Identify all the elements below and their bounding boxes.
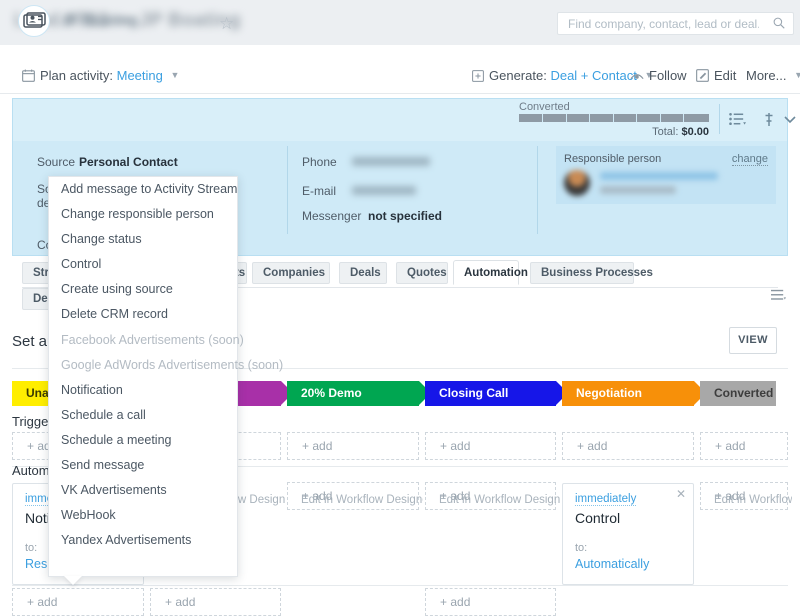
chevron-down-icon[interactable]: ▼ — [794, 70, 800, 80]
edit-in-workflow-designer-link[interactable]: Edit in Workflow Designer — [301, 494, 423, 506]
follow-button[interactable]: Follow — [630, 68, 687, 83]
menu-item-vk-advertisements[interactable]: VK Advertisements — [49, 478, 237, 503]
favorite-star-icon[interactable]: ☆ — [219, 15, 234, 32]
follow-label: Follow — [649, 68, 687, 83]
avatar — [564, 170, 590, 196]
generate-control[interactable]: Generate: Deal + Contact ▼ — [472, 68, 653, 83]
header-divider — [719, 104, 720, 134]
contact-card-icon — [23, 12, 46, 28]
rule-timing[interactable]: immediately — [575, 493, 637, 506]
field-value-messenger: not specified — [368, 209, 443, 223]
menu-item-yandex-advertisements[interactable]: Yandex Advertisements — [49, 528, 237, 553]
generate-label: Generate: — [489, 68, 547, 83]
field-value-email — [352, 186, 416, 195]
field-label-messenger: Messenger — [302, 209, 362, 223]
add-trigger-button[interactable]: + add — [425, 432, 556, 460]
pencil-icon — [696, 69, 709, 82]
rule-title: Control — [575, 510, 621, 526]
field-label-phone: Phone — [302, 155, 337, 169]
lead-total: Total: $0.00 — [600, 126, 709, 138]
add-trigger-button[interactable]: + add — [700, 432, 788, 460]
edit-in-workflow-designer-link[interactable]: Edit in Workflow Designer — [439, 494, 560, 506]
close-icon[interactable]: ✕ — [676, 487, 686, 501]
tab-automation[interactable]: Automation — [453, 260, 528, 285]
pin-icon[interactable] — [763, 112, 775, 130]
field-value-source: Personal Contact — [79, 155, 178, 169]
generate-value[interactable]: Deal + Contact — [550, 68, 636, 83]
total-label: Total: — [652, 126, 679, 138]
responsible-person-box: Responsible person change — [556, 146, 776, 204]
add-trigger-button[interactable]: + add — [562, 432, 694, 460]
more-menu-button[interactable]: More... ▼ — [746, 68, 800, 83]
lead-name: JP Boating — [60, 12, 139, 29]
responsible-person-name — [600, 172, 718, 180]
add-automation-rule-button[interactable]: + add — [425, 588, 556, 616]
conversion-progress-bar[interactable] — [519, 114, 709, 122]
menu-item-control[interactable]: Control — [49, 252, 237, 277]
more-label: More... — [746, 68, 787, 83]
plan-activity-label: Plan activity: — [40, 68, 113, 83]
menu-item-schedule-a-call[interactable]: Schedule a call — [49, 403, 237, 428]
rule-to-label: to: — [575, 542, 588, 554]
pipeline-stage-converted[interactable]: Converted — [700, 381, 776, 406]
search-icon — [773, 17, 785, 29]
responsible-person-label: Responsible person — [564, 153, 662, 165]
menu-item-change-responsible-person[interactable]: Change responsible person — [49, 202, 237, 227]
field-column-divider — [287, 146, 288, 234]
menu-item-schedule-a-meeting[interactable]: Schedule a meeting — [49, 428, 237, 453]
edit-in-workflow-designer-link[interactable]: Edit in Workflow Designer — [714, 494, 792, 506]
calendar-icon — [22, 69, 35, 82]
edit-button[interactable]: Edit — [696, 68, 736, 83]
search-input[interactable] — [566, 13, 761, 34]
add-automation-rule-button[interactable]: + add — [12, 588, 144, 616]
field-value-phone — [352, 157, 430, 166]
menu-item-create-using-source[interactable]: Create using source — [49, 277, 237, 302]
automation-rule-card[interactable]: ✕ immediately Control to: Automatically — [562, 483, 694, 585]
tab-options-icon[interactable] — [771, 289, 786, 304]
conversion-stage-label: Converted — [519, 101, 570, 113]
view-button[interactable]: VIEW — [729, 327, 777, 354]
chevron-down-icon[interactable] — [783, 112, 797, 129]
pipeline-stage-closing-call[interactable]: Closing Call — [425, 381, 568, 406]
add-automation-rule-button[interactable]: + add — [150, 588, 281, 616]
add-trigger-button[interactable]: + add — [287, 432, 419, 460]
field-label-source: Source — [37, 155, 76, 169]
tab-deals[interactable]: Deals — [339, 262, 387, 284]
follow-eye-icon — [630, 74, 644, 80]
change-responsible-link[interactable]: change — [731, 153, 768, 166]
plan-activity-value[interactable]: Meeting — [117, 68, 163, 83]
menu-item-webhook[interactable]: WebHook — [49, 503, 237, 528]
rule-to-label: to: — [25, 542, 38, 554]
lead-avatar — [18, 5, 50, 37]
global-search[interactable] — [557, 12, 794, 35]
generate-icon — [472, 70, 484, 82]
tab-companies[interactable]: Companies — [252, 262, 330, 284]
responsible-column-divider — [537, 146, 538, 234]
field-label-email: E-mail — [302, 184, 337, 198]
edit-label: Edit — [714, 68, 737, 83]
chevron-down-icon[interactable]: ▼ — [170, 70, 179, 80]
menu-item-notification[interactable]: Notification — [49, 378, 237, 403]
pipeline-stage-negotiation[interactable]: Negotiation — [562, 381, 706, 406]
context-menu-pointer — [64, 576, 82, 585]
menu-item-send-message[interactable]: Send message — [49, 453, 237, 478]
list-view-icon[interactable] — [729, 112, 746, 129]
total-value: $0.00 — [681, 126, 709, 138]
menu-item-google-adwords-advertisements-soon: Google AdWords Advertisements (soon) — [61, 357, 284, 372]
rule-to-value[interactable]: Automatically — [575, 557, 649, 571]
pipeline-stage-20-demo[interactable]: 20% Demo — [287, 381, 431, 406]
tab-quotes[interactable]: Quotes — [396, 262, 448, 284]
menu-item-delete-crm-record[interactable]: Delete CRM record — [49, 302, 237, 327]
tab-business-processes[interactable]: Business Processes — [530, 262, 653, 284]
menu-item-facebook-advertisements-soon: Facebook Advertisements (soon) — [61, 332, 244, 347]
automation-action-context-menu[interactable]: Add message to Activity Stream Change res… — [48, 176, 284, 577]
responsible-person-role — [600, 186, 676, 194]
menu-item-change-status[interactable]: Change status — [49, 227, 237, 252]
menu-item-add-message-to-activity-stream[interactable]: Add message to Activity Stream — [49, 177, 237, 202]
divider — [12, 585, 788, 586]
plan-activity-control[interactable]: Plan activity: Meeting ▼ — [22, 68, 179, 83]
